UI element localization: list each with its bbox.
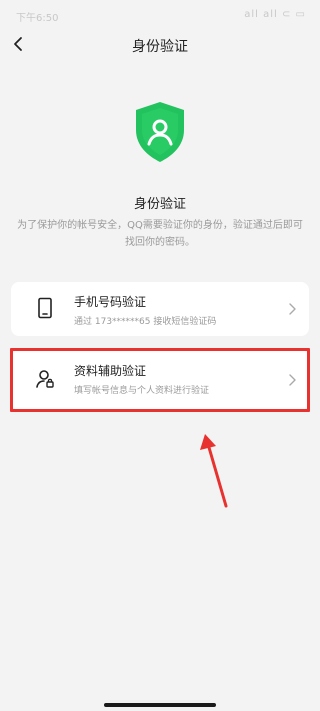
user-lock-icon [36,370,54,388]
phone-icon [38,297,52,319]
profile-verify-title: 资料辅助验证 [74,364,147,378]
profile-verify-subtitle: 填写帐号信息与个人资料进行验证 [74,386,210,396]
phone-verify-subtitle: 通过 173******65 接收短信验证码 [74,317,217,327]
hero-description: 为了保护你的帐号安全，QQ需要验证你的身份，验证通过后即可找回你的密码。 [17,220,303,248]
chevron-right-icon [289,374,296,386]
status-bar: 下午6:50 all all ⊂ ▭ [0,0,320,30]
nav-bar: 身份验证 [0,28,320,60]
hero-title: 身份验证 [133,197,186,212]
status-icons: all all ⊂ ▭ [244,9,306,20]
phone-verify-option[interactable]: 手机号码验证 通过 173******65 接收短信验证码 [11,282,309,336]
status-time: 下午6:50 [16,13,59,24]
phone-verify-title: 手机号码验证 [74,295,147,309]
page-title: 身份验证 [132,39,188,55]
annotation-arrow [200,434,228,508]
home-indicator [104,703,216,707]
profile-assist-verify-option[interactable]: 资料辅助验证 填写帐号信息与个人资料进行验证 [11,350,309,410]
shield-user-icon [136,102,184,162]
chevron-right-icon [289,303,296,315]
